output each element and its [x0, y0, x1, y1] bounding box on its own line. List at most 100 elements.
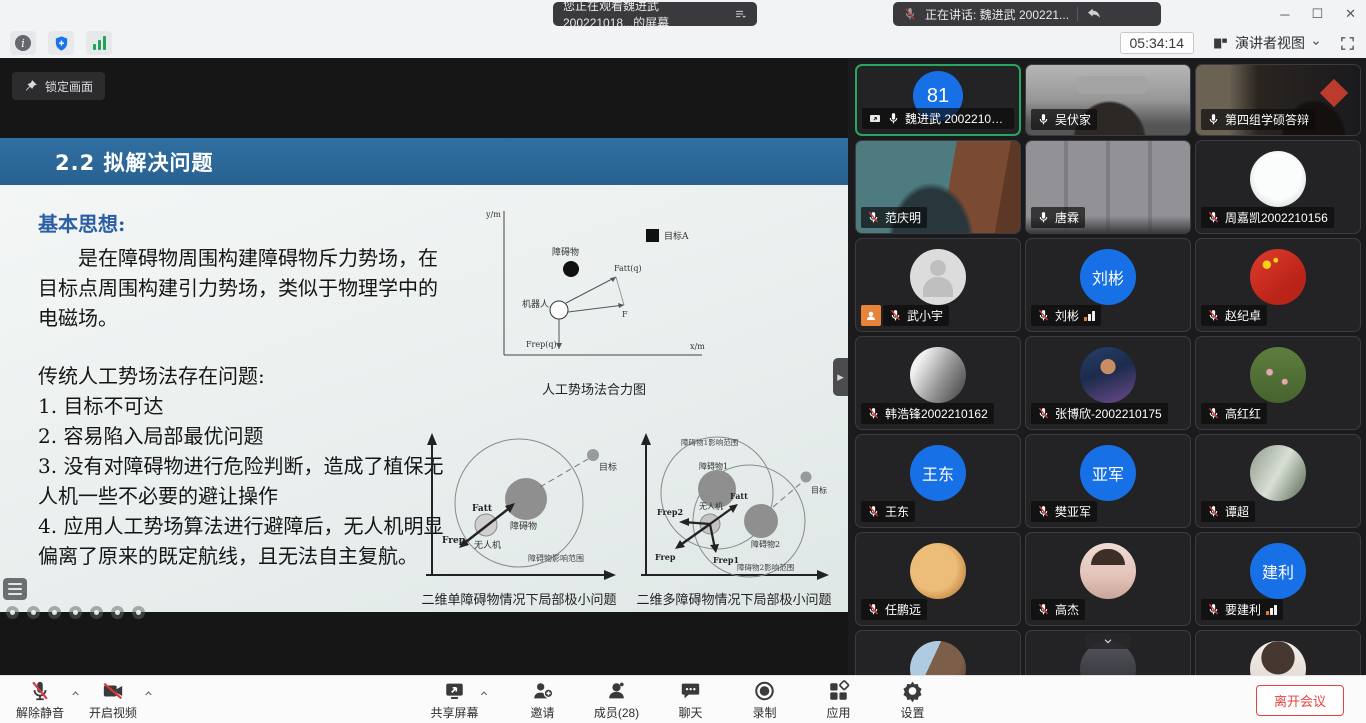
figure-multi-obstacle: 障碍物1影响范围 障碍物2影响范围 障碍物1 障碍物2 无人机 Fatt: [630, 427, 838, 608]
share-options-chevron[interactable]: [479, 688, 490, 699]
figure-single-obstacle: 障碍物 无人机 Fatt Frep 目标 障碍物影响范围 二维单障碍物情况下局部…: [412, 427, 626, 608]
collapse-videos-button[interactable]: [1085, 633, 1131, 649]
participant-name: 武小宇: [907, 307, 943, 324]
video-options-chevron[interactable]: [143, 688, 154, 699]
annotation-screenshot-icon[interactable]: [90, 606, 103, 619]
participant-name: 高红红: [1225, 405, 1261, 422]
participant-tile[interactable]: 亚军 樊亚军: [1025, 434, 1191, 528]
annotation-pen-icon[interactable]: [48, 606, 61, 619]
participant-tile[interactable]: 高杰: [1025, 532, 1191, 626]
annotation-cursor-icon[interactable]: [6, 606, 19, 619]
mic-status-icon: [867, 505, 880, 518]
participant-tile[interactable]: [1025, 630, 1191, 675]
record-button[interactable]: 录制: [742, 680, 788, 721]
invite-button[interactable]: 邀请: [520, 680, 566, 721]
svg-text:障碍物2影响范围: 障碍物2影响范围: [737, 562, 794, 572]
participant-name: 周嘉凯2002210156: [1225, 209, 1328, 226]
svg-text:障碍物: 障碍物: [510, 520, 537, 532]
watching-banner[interactable]: 您正在观看魏进武 200221018...的屏幕: [553, 2, 757, 26]
apps-button[interactable]: 应用: [816, 680, 862, 721]
screen-share-view: 锁定画面 2.2 拟解决问题 基本思想: 是在障碍物周围构建障碍物斥力势场，在目…: [0, 58, 848, 675]
participant-tile[interactable]: [855, 630, 1021, 675]
svg-text:Frep: Frep: [442, 536, 465, 546]
slide-paragraph: 是在障碍物周围构建障碍物斥力势场，在目标点周围构建引力势场，类似于物理学中的电磁…: [38, 243, 446, 333]
minimize-button[interactable]: ─: [1280, 7, 1289, 22]
leave-meeting-button[interactable]: 离开会议: [1256, 685, 1344, 716]
participant-tile[interactable]: 吴伏家: [1025, 64, 1191, 136]
participant-avatar: [1250, 641, 1306, 675]
chat-label: 聊天: [678, 704, 702, 721]
meeting-info-button[interactable]: i: [10, 31, 36, 55]
panel-collapse-handle[interactable]: ▸: [833, 358, 848, 396]
mic-muted-icon: [903, 7, 917, 21]
share-screen-label: 共享屏幕: [430, 704, 478, 721]
infobar-right: 05:34:14 演讲者视图: [1120, 31, 1357, 55]
participant-tile[interactable]: 武小宇: [855, 238, 1021, 332]
participant-badge-row: 谭超: [1201, 501, 1255, 522]
participant-badge-row: 武小宇: [861, 305, 949, 326]
slide-problem-item: 3. 没有对障碍物进行危险判断，造成了植保无人机一些不必要的避让操作: [38, 451, 446, 511]
svg-text:机器人: 机器人: [522, 298, 549, 310]
participant-tile[interactable]: 赵纪卓: [1195, 238, 1361, 332]
participant-badge-row: 范庆明: [861, 207, 927, 228]
mic-options-chevron[interactable]: [70, 688, 81, 699]
annotation-select-icon[interactable]: [69, 606, 82, 619]
unmute-button[interactable]: 解除静音: [16, 680, 64, 721]
record-icon: [753, 680, 777, 702]
maximize-button[interactable]: ☐: [1311, 6, 1323, 22]
settings-gear-icon: [901, 680, 925, 702]
meeting-timer: 05:34:14: [1120, 32, 1195, 54]
annotation-message-icon[interactable]: [111, 606, 124, 619]
participant-tile[interactable]: 高红红: [1195, 336, 1361, 430]
participant-tile[interactable]: 唐霖: [1025, 140, 1191, 234]
slide-problem-item: 1. 目标不可达: [38, 391, 446, 421]
share-screen-button[interactable]: 共享屏幕: [430, 680, 478, 721]
avatar-text: 刘彬: [1092, 265, 1124, 289]
close-button[interactable]: ✕: [1345, 6, 1356, 22]
annotation-menu-toggle[interactable]: [3, 578, 27, 600]
network-status-button[interactable]: [86, 31, 112, 55]
participant-name: 韩浩锋2002210162: [885, 405, 988, 422]
participant-tile[interactable]: 张博欣-2002210175: [1025, 336, 1191, 430]
svg-text:Fatt: Fatt: [472, 504, 493, 514]
lock-view-button[interactable]: 锁定画面: [12, 72, 105, 100]
participant-avatar: [1080, 347, 1136, 403]
mic-muted-icon: [29, 680, 51, 702]
reply-arrow-icon[interactable]: [1086, 6, 1102, 22]
annotation-more-icon[interactable]: [132, 606, 145, 619]
participant-tile[interactable]: 韩浩锋2002210162: [855, 336, 1021, 430]
mic-status-icon: [887, 112, 900, 125]
view-mode-button[interactable]: 演讲者视图: [1206, 31, 1327, 55]
participant-badge: 韩浩锋2002210162: [861, 403, 994, 424]
fullscreen-button[interactable]: [1339, 35, 1356, 52]
mic-status-icon: [867, 211, 880, 224]
participant-tile[interactable]: [1195, 630, 1361, 675]
layout-icon: [1212, 35, 1229, 52]
participant-tile[interactable]: 王东 王东: [855, 434, 1021, 528]
banner-list-icon[interactable]: [734, 6, 747, 22]
security-button[interactable]: [48, 31, 74, 55]
chat-button[interactable]: 聊天: [668, 680, 714, 721]
participant-badge-row: 任鹏远: [861, 599, 927, 620]
participant-tile[interactable]: 第四组学硕答辩: [1195, 64, 1361, 136]
members-label: 成员(28): [594, 704, 639, 721]
start-video-button[interactable]: 开启视频: [89, 680, 137, 721]
members-button[interactable]: 成员(28): [594, 680, 640, 721]
participant-tile[interactable]: 建利 要建利: [1195, 532, 1361, 626]
participant-tile[interactable]: 81 魏进武 2002210181...: [855, 64, 1021, 136]
participant-badge: 武小宇: [883, 305, 949, 326]
network-signal-icon: [1084, 310, 1095, 321]
annotation-laser-icon[interactable]: [27, 606, 40, 619]
participant-tile[interactable]: 谭超: [1195, 434, 1361, 528]
participant-name: 赵纪卓: [1225, 307, 1261, 324]
participant-badge-row: 刘彬: [1031, 305, 1101, 326]
participant-badge: 赵纪卓: [1201, 305, 1267, 326]
settings-button[interactable]: 设置: [890, 680, 936, 721]
chevron-down-icon: [1311, 38, 1321, 48]
participant-tile[interactable]: 任鹏远: [855, 532, 1021, 626]
participant-tile[interactable]: 周嘉凯2002210156: [1195, 140, 1361, 234]
participant-badge: 任鹏远: [861, 599, 927, 620]
participant-tile[interactable]: 范庆明: [855, 140, 1021, 234]
participant-tile[interactable]: 刘彬 刘彬: [1025, 238, 1191, 332]
participant-name: 高杰: [1055, 601, 1079, 618]
